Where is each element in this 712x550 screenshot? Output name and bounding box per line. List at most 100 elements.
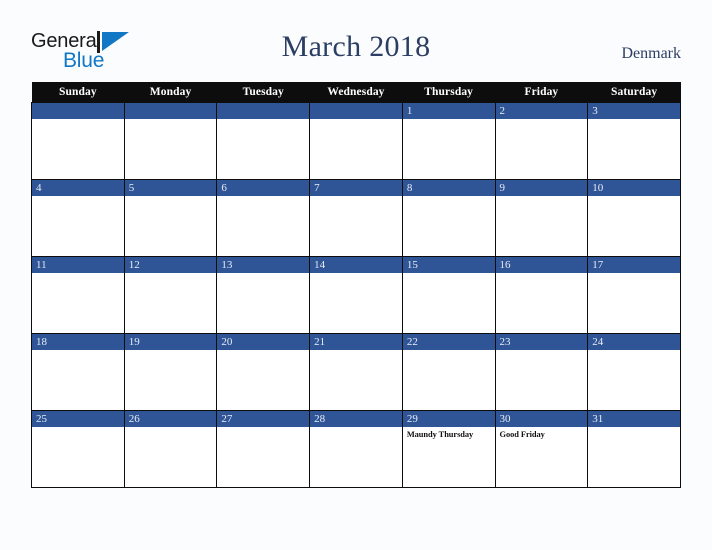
calendar-day-cell[interactable]: 23 <box>494 332 589 411</box>
day-events <box>125 350 217 409</box>
calendar-day-cell[interactable]: 17 <box>587 255 681 334</box>
day-number: 1 <box>402 102 495 119</box>
day-events <box>403 119 495 178</box>
day-events <box>496 273 588 332</box>
day-events <box>310 119 402 178</box>
calendar-week-row: 4 5 6 7 8 9 10 <box>31 178 681 257</box>
holiday-label: Maundy Thursday <box>406 429 474 439</box>
calendar-grid: Sunday Monday Tuesday Wednesday Thursday Frid… <box>31 82 681 488</box>
calendar-day-cell[interactable]: 30 Good Friday <box>494 409 589 488</box>
day-number: 11 <box>32 256 124 273</box>
day-number: 25 <box>32 410 124 427</box>
day-number: 22 <box>402 333 495 350</box>
calendar-empty-cell <box>31 101 125 180</box>
calendar-week-row: 123 <box>31 101 681 180</box>
calendar-day-cell[interactable]: 20 <box>216 332 311 411</box>
calendar-header-row: Sunday Monday Tuesday Wednesday Thursday Frid… <box>31 82 681 102</box>
calendar-day-cell[interactable]: 15 <box>401 255 496 334</box>
weekday-header-saturday: Saturday <box>587 82 681 102</box>
calendar-day-cell[interactable]: 14 <box>309 255 403 334</box>
day-events <box>403 196 495 255</box>
day-number: 23 <box>495 333 588 350</box>
day-number: 24 <box>588 333 680 350</box>
calendar-day-cell[interactable]: 4 <box>31 178 125 257</box>
day-events <box>588 273 680 332</box>
calendar-day-cell[interactable]: 29 Maundy Thursday <box>401 409 496 488</box>
day-events <box>403 350 495 409</box>
country-label: Denmark <box>621 45 681 62</box>
day-events: Good Friday <box>496 427 588 486</box>
day-events <box>496 350 588 409</box>
day-events <box>403 273 495 332</box>
day-number: 14 <box>310 256 402 273</box>
day-number: 16 <box>495 256 588 273</box>
day-events <box>310 427 402 486</box>
day-events <box>32 427 124 486</box>
calendar-day-cell[interactable]: 13 <box>216 255 311 334</box>
day-number: 7 <box>310 179 402 196</box>
day-number <box>124 102 217 119</box>
day-number: 3 <box>588 102 680 119</box>
page-header: General Blue March 2018 Denmark <box>0 0 712 82</box>
calendar-body: 1 2 3 4 5 6 7 8 9 10 11 12 13 14 15 16 17 18 19 20 21 22 23 24 2… <box>31 101 681 488</box>
holiday-label: Good Friday <box>499 429 545 439</box>
calendar-day-cell[interactable]: 11 <box>31 255 125 334</box>
day-number: 12 <box>124 256 217 273</box>
day-events <box>32 196 124 255</box>
day-events <box>496 196 588 255</box>
calendar-empty-cell <box>309 101 403 180</box>
day-number: 8 <box>402 179 495 196</box>
day-number: 27 <box>217 410 310 427</box>
calendar-day-cell[interactable]: 6 <box>216 178 311 257</box>
day-number <box>310 102 402 119</box>
day-number: 29 <box>402 410 495 427</box>
calendar-day-cell[interactable]: 25 <box>31 409 125 488</box>
calendar-day-cell[interactable]: 3 <box>587 101 681 180</box>
calendar-day-cell[interactable]: 18 <box>31 332 125 411</box>
day-events <box>310 350 402 409</box>
day-number: 6 <box>217 179 310 196</box>
day-events <box>217 427 309 486</box>
day-number: 2 <box>495 102 588 119</box>
day-number: 28 <box>310 410 402 427</box>
calendar-day-cell[interactable]: 22 <box>401 332 496 411</box>
calendar-day-cell[interactable]: 19 <box>123 332 218 411</box>
weekday-header-wednesday: Wednesday <box>309 82 403 102</box>
calendar-day-cell[interactable]: 5 <box>123 178 218 257</box>
weekday-header-tuesday: Tuesday <box>216 82 310 102</box>
day-events <box>32 119 124 178</box>
calendar-day-cell[interactable]: 12 <box>123 255 218 334</box>
day-number: 26 <box>124 410 217 427</box>
day-number: 10 <box>588 179 680 196</box>
day-events <box>217 350 309 409</box>
day-number: 9 <box>495 179 588 196</box>
calendar-day-cell[interactable]: 24 <box>587 332 681 411</box>
day-events <box>496 119 588 178</box>
calendar-day-cell[interactable]: 26 <box>123 409 218 488</box>
day-events <box>217 119 309 178</box>
day-number <box>32 102 124 119</box>
day-number <box>217 102 310 119</box>
calendar-day-cell[interactable]: 31 <box>587 409 681 488</box>
calendar-day-cell[interactable]: 28 <box>309 409 403 488</box>
calendar-week-row: 11 12 13 14 15 16 17 <box>31 255 681 334</box>
calendar-day-cell[interactable]: 21 <box>309 332 403 411</box>
calendar-empty-cell <box>123 101 218 180</box>
day-events <box>588 119 680 178</box>
day-number: 19 <box>124 333 217 350</box>
calendar-day-cell[interactable]: 8 <box>401 178 496 257</box>
calendar-day-cell[interactable]: 27 <box>216 409 311 488</box>
calendar-day-cell[interactable]: 9 <box>494 178 589 257</box>
calendar-day-cell[interactable]: 1 <box>401 101 496 180</box>
calendar-day-cell[interactable]: 7 <box>309 178 403 257</box>
calendar-day-cell[interactable]: 10 <box>587 178 681 257</box>
day-number: 31 <box>588 410 680 427</box>
weekday-header-sunday: Sunday <box>31 82 125 102</box>
calendar-day-cell[interactable]: 16 <box>494 255 589 334</box>
day-events <box>125 273 217 332</box>
calendar-day-cell[interactable]: 2 <box>494 101 589 180</box>
day-events <box>310 196 402 255</box>
weekday-header-monday: Monday <box>124 82 217 102</box>
day-number: 4 <box>32 179 124 196</box>
day-events <box>32 273 124 332</box>
